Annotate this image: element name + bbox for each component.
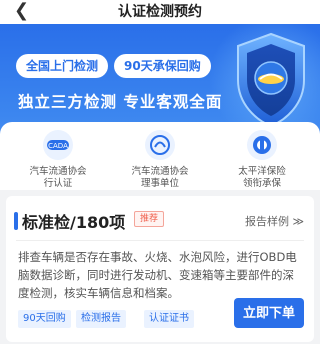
association-logo-icon: CADA: [43, 130, 73, 160]
badge-caption-line1: 汽车流通协会: [29, 166, 87, 177]
badge-caption-line2: 行认证: [43, 178, 73, 189]
package-card: 标准检/180项 推荐 报告样例 ≫ 排查车辆是否存在事故、火烧、水泡风险，进行…: [6, 196, 314, 342]
pill-nationwide-inspection: 全国上门检测: [16, 54, 109, 78]
badge-council-member: 汽车流通协会 理事单位: [110, 130, 210, 190]
chip-certification: 认证证书: [144, 310, 194, 328]
hero-banner: 全国上门检测 90天承保回购 独立三方检测 专业客观全面 CADA 汽车流通协会…: [0, 24, 320, 190]
badge-caption-line1: 汽车流通协会: [131, 166, 189, 177]
hero-headline: 独立三方检测 专业客观全面: [18, 93, 223, 111]
svg-text:CADA: CADA: [48, 142, 68, 150]
badge-caption-line1: 太平洋保险: [238, 166, 286, 177]
top-nav-bar: ❮ 认证检测预约: [0, 0, 320, 24]
badge-caption-line2: 理事单位: [140, 178, 179, 189]
pill-90day-buyback: 90天承保回购: [114, 54, 211, 78]
title-accent-bar: [14, 212, 18, 230]
shield-logo-icon: [237, 32, 305, 128]
report-sample-link[interactable]: 报告样例 ≫: [245, 213, 304, 229]
certification-badges: CADA 汽车流通协会 行认证 汽车流通协会 理事单位 太平洋保险 领衔承保: [0, 122, 320, 190]
divider: [16, 240, 304, 241]
package-title: 标准检/180项: [22, 213, 126, 232]
council-logo-icon: [145, 130, 175, 160]
chip-90day-buyback: 90天回购: [18, 310, 71, 328]
chip-inspection-report: 检测报告: [76, 310, 126, 328]
badge-pacific-insurance: 太平洋保险 领衔承保: [212, 130, 312, 190]
pacific-insurance-logo-icon: [247, 130, 277, 160]
badge-association-certification: CADA 汽车流通协会 行认证: [8, 130, 108, 190]
badge-caption-line2: 领衔承保: [242, 178, 281, 189]
order-now-button[interactable]: 立即下单: [234, 298, 304, 328]
recommend-tag: 推荐: [134, 211, 165, 227]
page-title: 认证检测预约: [118, 4, 202, 20]
package-description: 排查车辆是否存在事故、火烧、水泡风险，进行OBD电脑数据诊断，同时进行发动机、变…: [18, 250, 297, 300]
